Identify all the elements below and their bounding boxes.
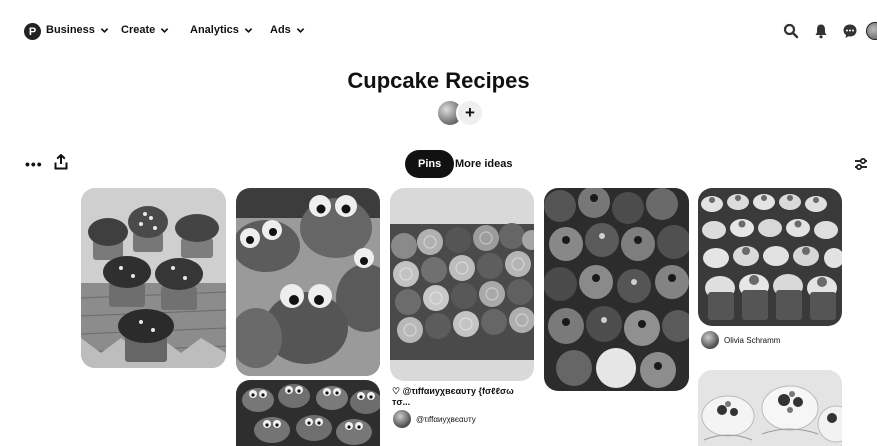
tab-pins[interactable]: Pins: [405, 150, 455, 178]
search-icon[interactable]: [782, 22, 800, 40]
pin-image: [390, 188, 534, 381]
chevron-down-icon: [244, 27, 253, 33]
pin-image: [236, 380, 380, 446]
nav-ads[interactable]: Ads: [270, 24, 305, 36]
collaborators: +: [436, 99, 488, 127]
nav-analytics[interactable]: Analytics: [190, 24, 253, 36]
pin-caption[interactable]: ♡ @τιffαиуχвєαυту {fσℓℓσω тσ...: [392, 386, 534, 408]
board-title: Cupcake Recipes: [347, 68, 530, 93]
pin-image: [698, 370, 842, 446]
profile-avatar[interactable]: [866, 22, 877, 40]
nav-ads-label: Ads: [270, 24, 291, 36]
pin-berry-cupcakes[interactable]: [544, 188, 689, 391]
tab-more-ideas[interactable]: More ideas: [455, 158, 512, 170]
pin-image: [698, 188, 842, 326]
pin-creator[interactable]: @τιffαиуχвєαυту: [393, 410, 476, 428]
creator-name: Olivia Schramm: [724, 335, 781, 345]
notifications-bell-icon[interactable]: [812, 22, 830, 40]
nav-analytics-label: Analytics: [190, 24, 239, 36]
creator-avatar: [393, 410, 411, 428]
filter-settings-icon[interactable]: [854, 157, 868, 171]
pin-image: [81, 188, 226, 368]
pin-strawberry-cupcakes[interactable]: [698, 188, 842, 326]
pin-rose-cupcakes[interactable]: [390, 188, 534, 381]
chevron-down-icon: [296, 27, 305, 33]
messages-icon[interactable]: [841, 22, 859, 40]
chevron-down-icon: [100, 27, 109, 33]
pin-cookie-monster-cupcakes-2[interactable]: [236, 380, 380, 446]
nav-business[interactable]: Business: [46, 24, 109, 36]
nav-create-label: Create: [121, 24, 156, 36]
more-options-button[interactable]: •••: [25, 156, 43, 172]
share-icon[interactable]: [54, 154, 68, 170]
creator-name: @τιffαиуχвєαυту: [416, 414, 476, 424]
pin-image: [544, 188, 689, 391]
pin-succulent-cupcakes[interactable]: [81, 188, 226, 368]
chevron-down-icon: [161, 27, 169, 33]
pin-creator[interactable]: Olivia Schramm: [701, 331, 780, 349]
nav-business-label: Business: [46, 24, 95, 36]
creator-avatar: [701, 331, 719, 349]
add-collaborator-button[interactable]: +: [456, 99, 484, 127]
pin-fruit-tart-cupcakes[interactable]: [698, 370, 842, 446]
top-navigation: P Business Create Analytics Ads: [0, 0, 877, 62]
pinterest-logo-icon[interactable]: P: [24, 23, 41, 40]
nav-create[interactable]: Create: [121, 24, 169, 36]
pin-cookie-monster-cupcakes[interactable]: [236, 188, 380, 376]
pin-image: [236, 188, 380, 376]
